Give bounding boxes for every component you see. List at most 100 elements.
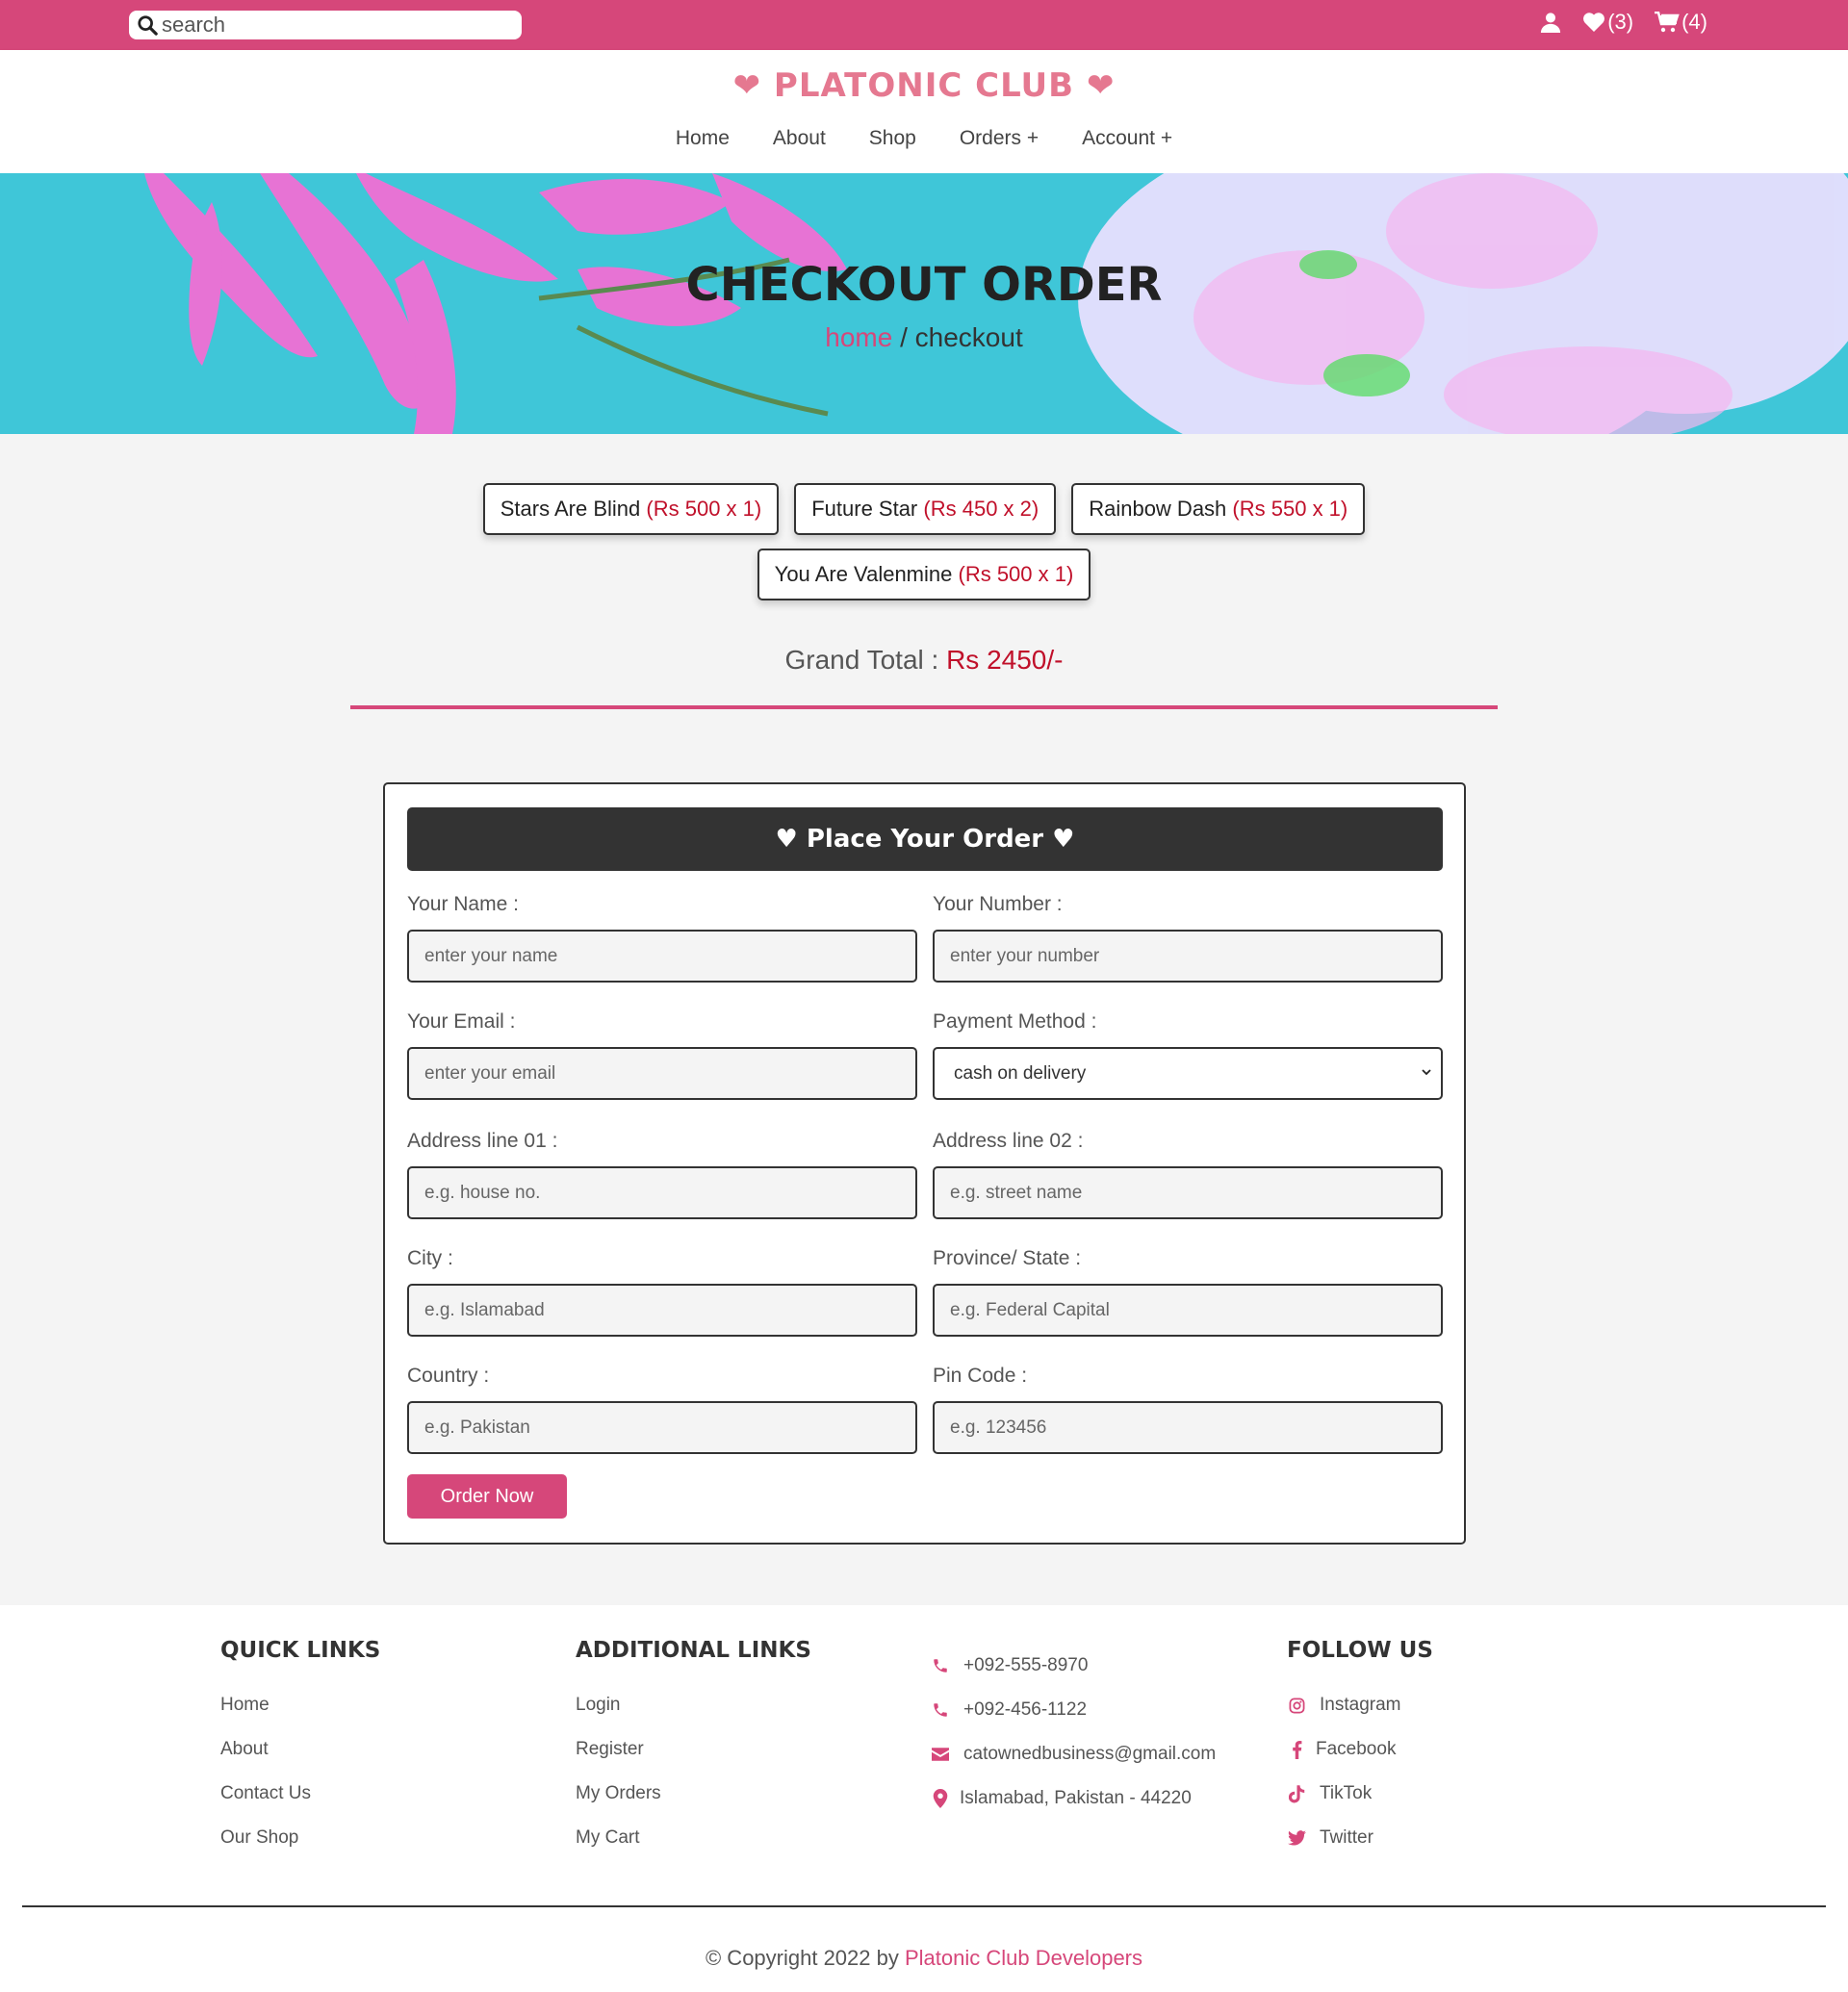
email-label: Your Email : xyxy=(407,1010,516,1033)
user-icon xyxy=(1541,13,1561,33)
page-banner: CHECKOUT ORDER home / checkout xyxy=(0,173,1848,434)
number-field-group: Your Number : xyxy=(933,893,1443,983)
pin-label: Pin Code : xyxy=(933,1365,1028,1387)
envelope-icon xyxy=(932,1748,949,1761)
province-input[interactable] xyxy=(933,1284,1443,1337)
form-heading: ♥ Place Your Order ♥ xyxy=(407,807,1443,871)
order-item: You Are Valenmine (Rs 500 x 1) xyxy=(757,549,1091,600)
footer-link-my-orders[interactable]: My Orders xyxy=(576,1772,811,1816)
wishlist-link[interactable]: (3) xyxy=(1582,10,1633,35)
order-item: Stars Are Blind (Rs 500 x 1) xyxy=(482,483,780,535)
social-tiktok[interactable]: TikTok xyxy=(1287,1772,1433,1816)
footer-link-shop[interactable]: Our Shop xyxy=(220,1816,380,1860)
heart-icon xyxy=(1583,13,1605,32)
country-label: Country : xyxy=(407,1365,490,1387)
address1-input[interactable] xyxy=(407,1166,917,1219)
social-twitter[interactable]: Twitter xyxy=(1287,1816,1433,1860)
contact-phone-1[interactable]: +092-555-8970 xyxy=(931,1644,1216,1688)
name-label: Your Name : xyxy=(407,893,519,915)
address1-field-group: Address line 01 : xyxy=(407,1130,917,1219)
follow-us: FOLLOW US Instagram Facebook TikTok Twit… xyxy=(1287,1638,1433,1860)
address-text: Islamabad, Pakistan - 44220 xyxy=(960,1788,1192,1808)
payment-label: Payment Method : xyxy=(933,1010,1097,1033)
order-item: Rainbow Dash (Rs 550 x 1) xyxy=(1071,483,1366,535)
facebook-icon xyxy=(1292,1740,1301,1759)
follow-us-title: FOLLOW US xyxy=(1287,1638,1433,1663)
breadcrumb-home[interactable]: home xyxy=(825,322,892,352)
instagram-icon xyxy=(1289,1698,1304,1713)
address2-field-group: Address line 02 : xyxy=(933,1130,1443,1219)
contact-email[interactable]: catownedbusiness@gmail.com xyxy=(931,1732,1216,1776)
footer-link-home[interactable]: Home xyxy=(220,1683,380,1727)
payment-field-group: Payment Method : cash on delivery xyxy=(933,1010,1443,1100)
item-price: (Rs 500 x 1) xyxy=(646,497,762,521)
phone-2-text: +092-456-1122 xyxy=(963,1699,1088,1720)
city-field-group: City : xyxy=(407,1247,917,1337)
footer-link-login[interactable]: Login xyxy=(576,1683,811,1727)
copyright-prefix: © Copyright 2022 by xyxy=(705,1946,905,1970)
name-field-group: Your Name : xyxy=(407,893,917,983)
site-header: ❤ PLATONIC CLUB ❤ Home About Shop Orders… xyxy=(0,50,1848,173)
nav-account[interactable]: Account + xyxy=(1082,127,1172,150)
copyright: © Copyright 2022 by Platonic Club Develo… xyxy=(0,1946,1848,1971)
search-input[interactable] xyxy=(162,13,508,38)
map-pin-icon xyxy=(933,1789,948,1808)
footer-link-my-cart[interactable]: My Cart xyxy=(576,1816,811,1860)
grand-total-label: Grand Total : xyxy=(784,645,947,675)
email-text: catownedbusiness@gmail.com xyxy=(963,1744,1217,1764)
cart-icon xyxy=(1655,12,1680,33)
country-input[interactable] xyxy=(407,1401,917,1454)
copyright-owner[interactable]: Platonic Club Developers xyxy=(905,1946,1142,1970)
item-name: Rainbow Dash xyxy=(1089,497,1227,521)
item-name: You Are Valenmine xyxy=(774,562,953,586)
city-input[interactable] xyxy=(407,1284,917,1337)
facebook-label: Facebook xyxy=(1316,1739,1397,1759)
number-input[interactable] xyxy=(933,930,1443,983)
heart-icon: ❤ xyxy=(732,66,762,105)
email-input[interactable] xyxy=(407,1047,917,1100)
twitter-icon xyxy=(1287,1830,1306,1846)
country-field-group: Country : xyxy=(407,1365,917,1454)
item-price: (Rs 500 x 1) xyxy=(958,562,1074,586)
nav-about[interactable]: About xyxy=(773,127,826,150)
additional-links-title: ADDITIONAL LINKS xyxy=(576,1638,811,1663)
search-box[interactable] xyxy=(129,11,522,39)
nav-orders[interactable]: Orders + xyxy=(960,127,1039,150)
breadcrumb: home / checkout xyxy=(0,322,1848,353)
quick-links-title: QUICK LINKS xyxy=(220,1638,381,1663)
top-bar: (3) (4) xyxy=(0,0,1848,50)
section-divider xyxy=(350,705,1498,709)
contact-phone-2[interactable]: +092-456-1122 xyxy=(931,1688,1216,1732)
contact-info: +092-555-8970 +092-456-1122 catownedbusi… xyxy=(931,1644,1216,1821)
cart-link[interactable]: (4) xyxy=(1655,10,1707,35)
name-input[interactable] xyxy=(407,930,917,983)
contact-address: Islamabad, Pakistan - 44220 xyxy=(931,1776,1216,1821)
pin-code-input[interactable] xyxy=(933,1401,1443,1454)
account-link[interactable] xyxy=(1540,12,1561,33)
phone-1-text: +092-555-8970 xyxy=(963,1655,1089,1675)
order-item: Future Star (Rs 450 x 2) xyxy=(794,483,1057,535)
footer-divider xyxy=(22,1905,1826,1907)
payment-method-select[interactable]: cash on delivery xyxy=(933,1047,1443,1100)
breadcrumb-separator: / xyxy=(892,322,915,352)
order-now-button[interactable]: Order Now xyxy=(407,1474,567,1519)
footer-link-contact[interactable]: Contact Us xyxy=(220,1772,380,1816)
quick-links: QUICK LINKS Home About Contact Us Our Sh… xyxy=(220,1638,380,1860)
address2-label: Address line 02 : xyxy=(933,1130,1084,1152)
address2-input[interactable] xyxy=(933,1166,1443,1219)
nav-shop[interactable]: Shop xyxy=(869,127,916,150)
footer-link-about[interactable]: About xyxy=(220,1727,380,1772)
site-logo[interactable]: ❤ PLATONIC CLUB ❤ xyxy=(0,66,1848,105)
phone-icon xyxy=(934,1703,947,1717)
social-facebook[interactable]: Facebook xyxy=(1287,1727,1433,1772)
nav-home[interactable]: Home xyxy=(676,127,730,150)
footer-link-register[interactable]: Register xyxy=(576,1727,811,1772)
item-price: (Rs 550 x 1) xyxy=(1232,497,1348,521)
item-name: Future Star xyxy=(811,497,918,521)
page-title: CHECKOUT ORDER xyxy=(685,258,1163,312)
tiktok-label: TikTok xyxy=(1320,1783,1373,1803)
province-label: Province/ State : xyxy=(933,1247,1082,1269)
payment-select-wrapper: cash on delivery xyxy=(933,1047,1443,1100)
site-footer: QUICK LINKS Home About Contact Us Our Sh… xyxy=(0,1605,1848,1992)
social-instagram[interactable]: Instagram xyxy=(1287,1683,1433,1727)
